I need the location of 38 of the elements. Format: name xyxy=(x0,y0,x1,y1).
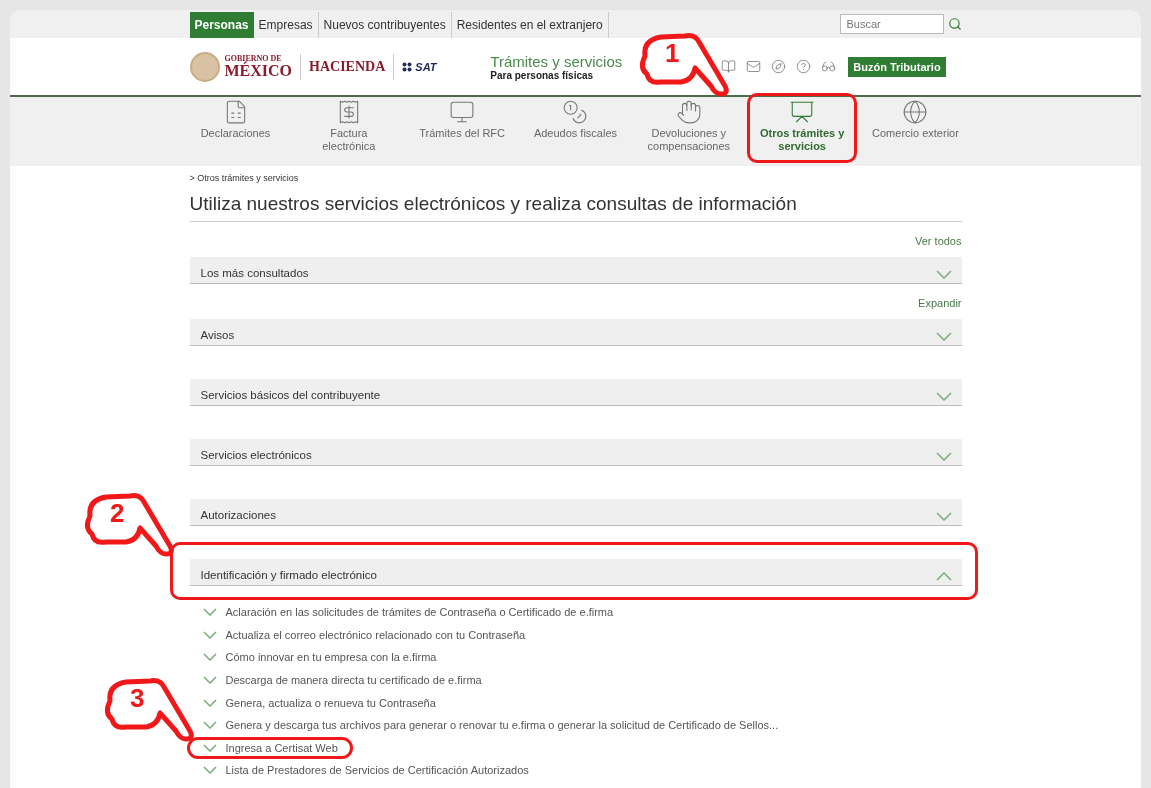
list-link[interactable]: Descarga de manera directa tu certificado de e.firma xyxy=(186,668,497,692)
nav-tab[interactable]: Personas xyxy=(189,12,254,38)
logo-text: MÉXICO xyxy=(224,62,293,79)
accordion-header[interactable]: Avisos xyxy=(189,319,962,346)
list-link[interactable]: Ingresa a Certisat Web xyxy=(186,736,353,760)
list-link[interactable]: Cómo innovar en tu empresa con la e.firma xyxy=(186,646,452,669)
category-tab[interactable]: Otros trámites y servicios xyxy=(747,93,858,163)
category-tab[interactable]: Declaraciones xyxy=(180,93,291,150)
category-tab[interactable]: Adeudos fiscales xyxy=(520,93,631,150)
nav-tab[interactable]: Empresas xyxy=(253,12,319,38)
accordion-header[interactable]: Identificación y firmado electrónico xyxy=(189,559,962,586)
annotation-number: 3 xyxy=(130,685,145,711)
accordion-header[interactable]: Autorizaciones xyxy=(189,499,962,526)
action-link[interactable]: Expandir xyxy=(918,296,962,310)
action-link[interactable]: Ver todos xyxy=(915,234,962,248)
accordion-header[interactable]: Los más consultados xyxy=(189,257,962,284)
nav-tab[interactable]: Nuevos contribuyentes xyxy=(318,12,452,38)
annotation-number: 1 xyxy=(665,40,680,66)
list-link[interactable]: Genera, actualiza o renueva tu Contraseña xyxy=(186,691,451,714)
mailbox-button[interactable]: Buzón Tributario xyxy=(848,56,946,77)
category-tab[interactable]: Factura electrónica xyxy=(293,93,404,163)
list-link[interactable]: Aclaración en las solicitudes de trámites de Contraseña o Certificado de e.firma xyxy=(186,601,629,624)
search-field[interactable]: Buscar xyxy=(839,14,944,34)
logo-text: GOBIERNO DE xyxy=(224,54,282,63)
logo-text: HACIENDA xyxy=(309,58,386,75)
site-title: Trámites y servicios xyxy=(490,52,623,70)
breadcrumb[interactable]: > Otros trámites y servicios xyxy=(189,173,962,183)
list-link[interactable]: Actualiza el correo electrónico relacionado con tu Contraseña xyxy=(186,623,541,647)
site-subtitle: Para personas físicas xyxy=(490,69,595,81)
category-tab[interactable]: Comercio exterior xyxy=(860,93,971,150)
list-link[interactable]: Lista de Prestadores de Servicios de Certificación Autorizados xyxy=(186,759,544,782)
category-tab[interactable]: Trámites del RFC xyxy=(407,93,518,150)
accordion-header[interactable]: Servicios electrónicos xyxy=(189,439,962,466)
page-heading: Utiliza nuestros servicios electrónicos y realiza consultas de información xyxy=(189,193,962,222)
nav-tab[interactable]: Residentes en el extranjero xyxy=(451,12,609,38)
annotation-number: 2 xyxy=(110,500,125,526)
accordion-header[interactable]: Servicios básicos del contribuyente xyxy=(189,379,962,406)
logo-text: SAT xyxy=(415,60,437,73)
